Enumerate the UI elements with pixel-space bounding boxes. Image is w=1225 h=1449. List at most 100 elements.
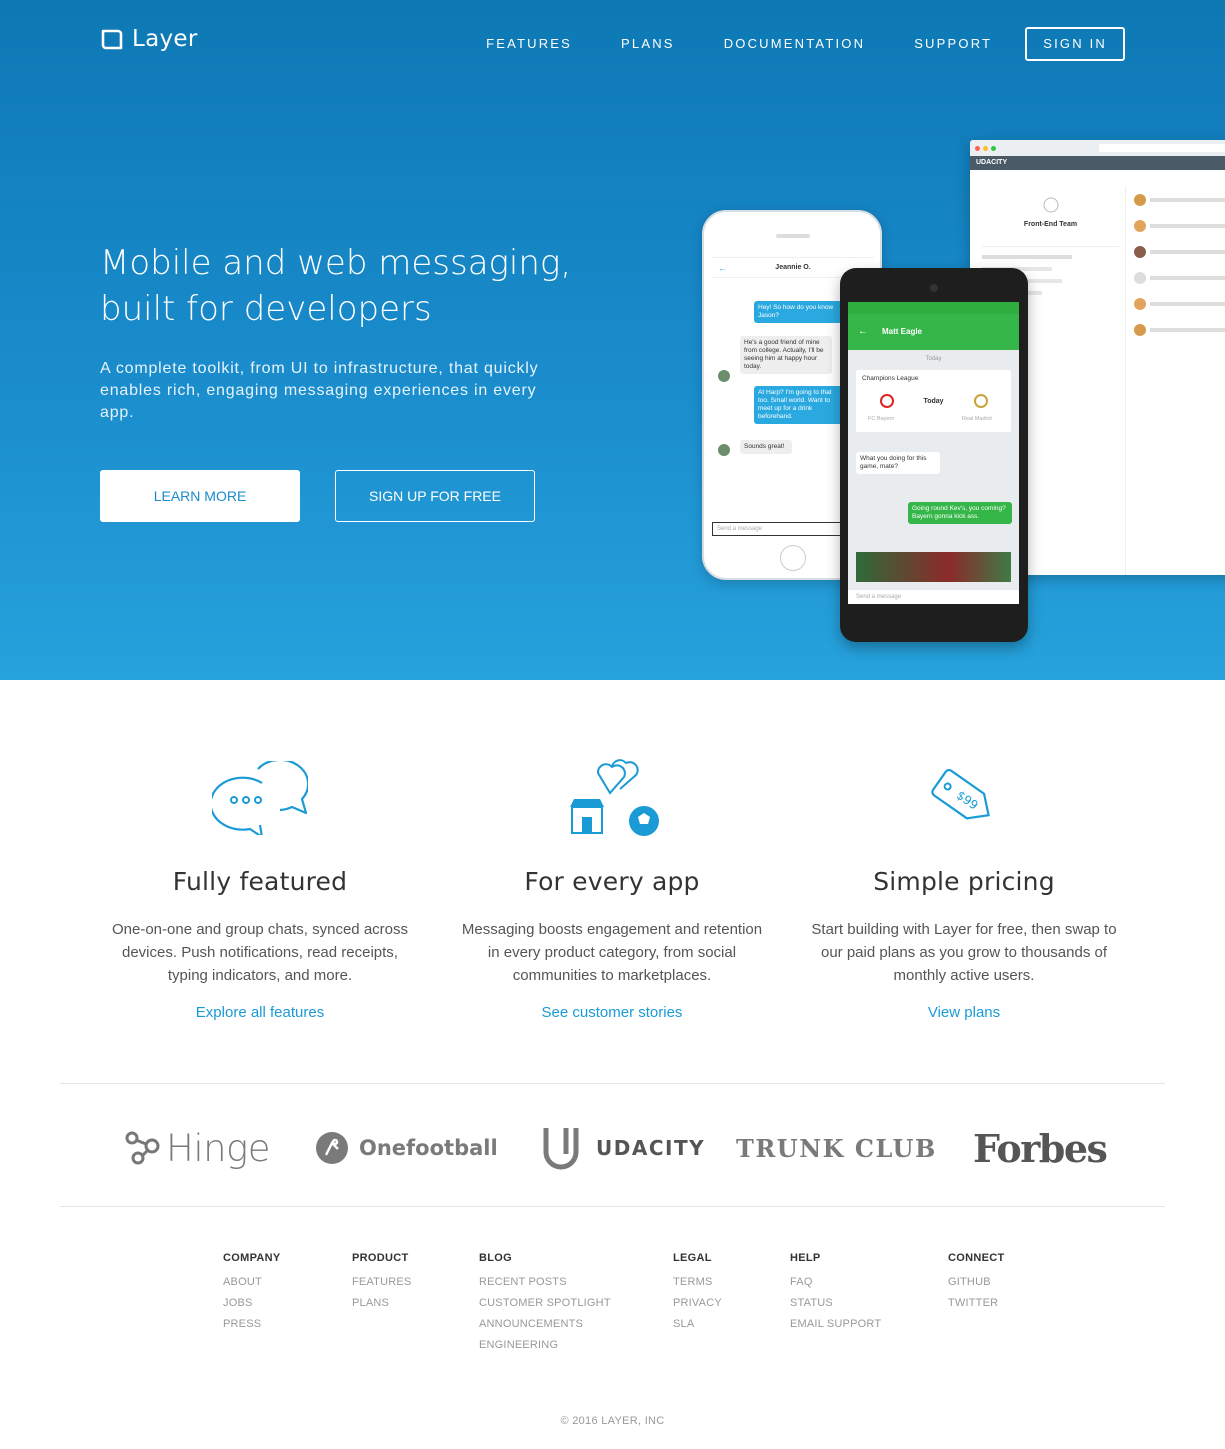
app-categories-icon [442, 750, 782, 845]
trunk-club-logo: TRUNK CLUB [736, 1108, 937, 1188]
feature-simple-pricing: $99 Simple pricing Start building with L… [794, 750, 1134, 1021]
fc-bayern-logo-icon [880, 394, 894, 408]
android-camera [930, 284, 938, 292]
iphone-message: He's a good friend of mine from college.… [740, 336, 832, 374]
explore-features-link[interactable]: Explore all features [90, 1004, 430, 1021]
match-card-time: Today [923, 398, 944, 405]
footer-link-email-support[interactable]: EMAIL SUPPORT [790, 1314, 881, 1335]
layer-logo[interactable]: Layer [100, 26, 198, 52]
nav-plans[interactable]: PLANS [621, 29, 675, 59]
feature-for-every-app: For every app Messaging boosts engagemen… [442, 750, 782, 1021]
learn-more-button[interactable]: LEARN MORE [100, 470, 300, 522]
footer-link-github[interactable]: GITHUB [948, 1272, 1005, 1293]
footer-heading: COMPANY [223, 1252, 281, 1264]
footer-link-recent-posts[interactable]: RECENT POSTS [479, 1272, 611, 1293]
iphone-message: Sounds great! [740, 440, 792, 454]
sign-up-button[interactable]: SIGN UP FOR FREE [335, 470, 535, 522]
udacity-mark-icon [543, 1128, 579, 1170]
team-name: Front-End Team [1023, 221, 1078, 228]
sign-in-button[interactable]: SIGN IN [1025, 27, 1125, 61]
close-dot-icon [975, 145, 980, 151]
divider [60, 1083, 1165, 1084]
hero-title-line2: built for developers [100, 289, 432, 329]
footer-heading: PRODUCT [352, 1252, 409, 1264]
customer-logos: Hinge Onefootball UDACITY TRUNK CLUB For… [60, 1108, 1165, 1188]
footer-column-connect: CONNECT GITHUB TWITTER [948, 1252, 1005, 1314]
browser-bar [970, 140, 1225, 156]
nav-support[interactable]: SUPPORT [914, 29, 992, 59]
forbes-wordmark: Forbes [973, 1125, 1108, 1171]
address-bar [1099, 144, 1225, 152]
footer-link-sla[interactable]: SLA [673, 1314, 722, 1335]
desktop-message-list [1134, 186, 1225, 350]
footer-heading: HELP [790, 1252, 821, 1264]
hero-section: Layer FEATURES PLANS DOCUMENTATION SUPPO… [0, 0, 1225, 680]
feature-title: Fully featured [172, 867, 348, 896]
view-plans-link[interactable]: View plans [794, 1004, 1134, 1021]
team-a-name: FC Bayern [868, 416, 895, 422]
forbes-logo: Forbes [973, 1108, 1108, 1188]
logo-wordmark: Layer [132, 26, 198, 52]
back-arrow-icon[interactable]: ← [718, 263, 727, 273]
feature-title: For every app [524, 867, 700, 896]
copyright: © 2016 LAYER, INC [560, 1415, 665, 1427]
android-chat-header: ← Matt Eagle [848, 314, 1019, 350]
footer-link-plans[interactable]: PLANS [352, 1293, 411, 1314]
team-icon [976, 196, 1125, 219]
android-message: What you doing for this game, mate? [856, 452, 940, 474]
onefootball-wordmark: Onefootball [359, 1136, 498, 1160]
back-arrow-icon[interactable]: ← [858, 314, 868, 350]
footer-heading: LEGAL [673, 1252, 712, 1264]
hero-title-line1: Mobile and web messaging, [100, 243, 572, 283]
footer-link-privacy[interactable]: PRIVACY [673, 1293, 722, 1314]
android-mockup: ← Matt Eagle Today Champions League Toda… [840, 268, 1028, 642]
soccer-photo [856, 552, 1011, 582]
hero-title: Mobile and web messaging, built for deve… [100, 240, 580, 332]
footer-link-customer-spotlight[interactable]: CUSTOMER SPOTLIGHT [479, 1293, 611, 1314]
hinge-wordmark: Hinge [166, 1126, 271, 1170]
team-b-name: Real Madrid [962, 416, 992, 422]
feature-body: Messaging boosts engagement and retentio… [461, 921, 763, 984]
footer-column-company: COMPANY ABOUT JOBS PRESS [223, 1252, 281, 1335]
udacity-wordmark: UDACITY [596, 1136, 706, 1160]
feature-body: One-on-one and group chats, synced acros… [111, 921, 408, 984]
footer-link-faq[interactable]: FAQ [790, 1272, 881, 1293]
hero-subtitle: A complete toolkit, from UI to infrastru… [100, 360, 539, 421]
android-status-bar [848, 302, 1019, 314]
layer-logo-icon [100, 27, 124, 51]
android-message-input[interactable]: Send a message [848, 590, 1019, 604]
footer-column-product: PRODUCT FEATURES PLANS [352, 1252, 411, 1314]
footer-link-announcements[interactable]: ANNOUNCEMENTS [479, 1314, 611, 1335]
footer-link-terms[interactable]: TERMS [673, 1272, 722, 1293]
footer-column-blog: BLOG RECENT POSTS CUSTOMER SPOTLIGHT ANN… [479, 1252, 611, 1356]
divider [60, 1206, 1165, 1207]
nav-documentation[interactable]: DOCUMENTATION [724, 29, 866, 59]
feature-body: Start building with Layer for free, then… [811, 921, 1117, 984]
nav-features[interactable]: FEATURES [486, 29, 572, 59]
main-nav: FEATURES PLANS DOCUMENTATION SUPPORT SIG… [437, 27, 1125, 61]
iphone-contact-name: Jeannie O. [775, 264, 811, 271]
footer-link-status[interactable]: STATUS [790, 1293, 881, 1314]
iphone-message: At Harp? I'm going to that too. Small wo… [754, 386, 846, 424]
iphone-message: Hey! So how do you know Jason? [754, 301, 842, 323]
footer-link-jobs[interactable]: JOBS [223, 1293, 281, 1314]
customer-stories-link[interactable]: See customer stories [442, 1004, 782, 1021]
android-message: Going round Kev's, you coming? Bayern go… [908, 502, 1012, 524]
minimize-dot-icon [983, 145, 988, 151]
footer-link-about[interactable]: ABOUT [223, 1272, 281, 1293]
onefootball-mark-icon [316, 1132, 348, 1164]
footer-link-press[interactable]: PRESS [223, 1314, 281, 1335]
real-madrid-logo-icon [974, 394, 988, 408]
android-screen: ← Matt Eagle Today Champions League Toda… [848, 302, 1019, 604]
feature-title: Simple pricing [873, 867, 1055, 896]
footer-link-features[interactable]: FEATURES [352, 1272, 411, 1293]
footer-link-twitter[interactable]: TWITTER [948, 1293, 1005, 1314]
match-card: Champions League Today FC Bayern Real Ma… [856, 370, 1011, 432]
footer-link-engineering[interactable]: ENGINEERING [479, 1335, 611, 1356]
avatar [718, 370, 730, 382]
price-tag-text: $99 [954, 787, 981, 812]
price-tag-icon: $99 [794, 750, 1134, 845]
android-day-label: Today [925, 356, 942, 362]
hinge-mark-icon [125, 1131, 160, 1165]
iphone-speaker [776, 234, 810, 238]
